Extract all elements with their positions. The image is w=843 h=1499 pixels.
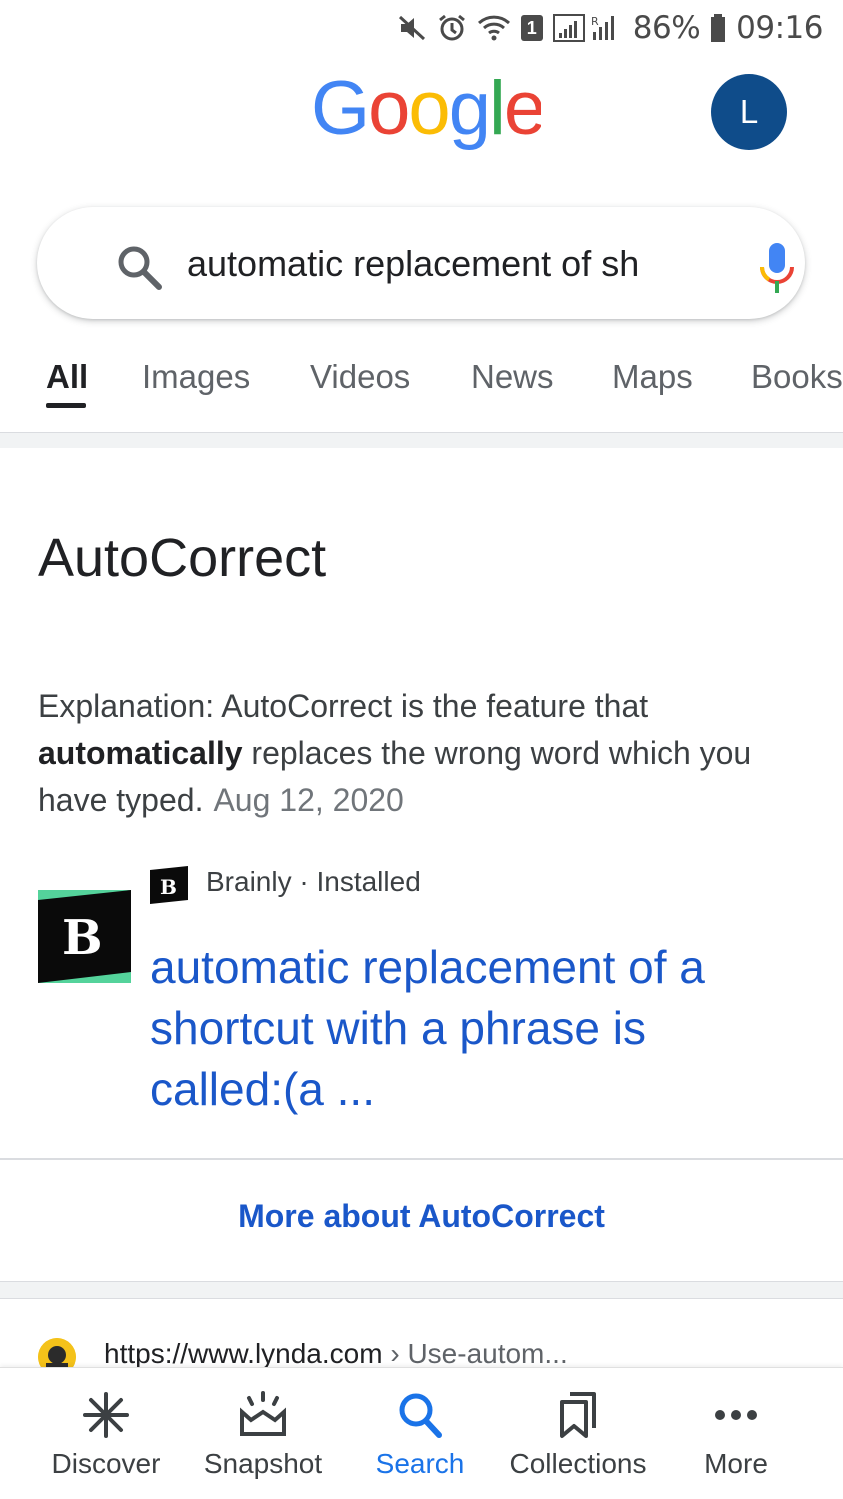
mute-icon [398, 15, 425, 41]
search-tabs: All Images Videos News Maps Books [0, 340, 843, 432]
more-about-link[interactable]: More about AutoCorrect [0, 1198, 843, 1235]
bottom-navigation: Discover Snapshot Search Collections Mor… [0, 1367, 843, 1499]
alarm-icon [438, 14, 465, 41]
nav-more[interactable]: More [656, 1368, 816, 1499]
nav-search[interactable]: Search [340, 1368, 500, 1499]
sim-slot-badge: 1 [520, 15, 543, 41]
nav-label: Search [375, 1448, 465, 1479]
snippet-text-start: Explanation: AutoCorrect is the feature … [38, 688, 649, 724]
snippet-bold-term: automatically [38, 735, 243, 771]
nav-collections[interactable]: Collections [498, 1368, 658, 1499]
result-title-link[interactable]: automatic replacement of a shortcut with… [150, 937, 790, 1120]
answer-snippet: Explanation: AutoCorrect is the feature … [38, 683, 778, 824]
svg-text:B: B [62, 910, 103, 966]
search-box[interactable]: automatic replacement of sh [37, 207, 805, 319]
snapshot-icon [240, 1391, 286, 1436]
clock: 09:16 [736, 10, 823, 46]
result-url[interactable]: https://www.lynda.com › Use-autom... [104, 1338, 568, 1370]
nav-label: Snapshot [203, 1448, 323, 1479]
tab-videos[interactable]: Videos [310, 358, 410, 396]
result-domain: https://www.lynda.com [104, 1338, 383, 1369]
section-divider [0, 432, 843, 448]
brainly-favicon: B [150, 866, 188, 904]
account-avatar[interactable]: L [711, 74, 787, 150]
nav-label: More [704, 1448, 768, 1479]
tab-books[interactable]: Books [751, 358, 843, 396]
nav-discover[interactable]: Discover [26, 1368, 186, 1499]
result-breadcrumb: › Use-autom... [382, 1338, 568, 1369]
signal-icon: R [552, 14, 614, 42]
more-icon [715, 1410, 757, 1420]
battery-icon [711, 14, 726, 42]
snippet-date: Aug 12, 2020 [213, 782, 404, 818]
source-status: · Installed [291, 866, 421, 897]
section-divider [0, 1281, 843, 1299]
asterisk-icon [83, 1392, 129, 1438]
battery-percent: 86% [632, 10, 701, 46]
search-icon [118, 246, 162, 290]
source-thumbnail[interactable]: B [38, 890, 131, 983]
source-attribution: Brainly · Installed [206, 866, 421, 898]
search-icon [399, 1393, 442, 1438]
brainly-logo-image: B [38, 890, 131, 983]
answer-title: AutoCorrect [38, 528, 327, 588]
card-divider [0, 1158, 843, 1160]
status-bar: 1 R 86% 09:16 [0, 0, 843, 58]
active-tab-indicator [46, 403, 86, 408]
tab-images[interactable]: Images [142, 358, 250, 396]
microphone-icon[interactable] [757, 241, 797, 295]
svg-text:B: B [160, 875, 177, 899]
wifi-icon [477, 15, 510, 41]
collections-icon [560, 1392, 596, 1438]
tab-all[interactable]: All [46, 358, 88, 396]
svg-text:Google: Google [311, 70, 541, 151]
google-logo: Google [311, 70, 541, 151]
nav-snapshot[interactable]: Snapshot [183, 1368, 343, 1499]
search-query[interactable]: automatic replacement of sh [187, 243, 707, 285]
tab-news[interactable]: News [471, 358, 554, 396]
tab-maps[interactable]: Maps [612, 358, 693, 396]
nav-label: Discover [51, 1448, 161, 1479]
svg-text:R: R [591, 15, 599, 28]
source-name[interactable]: Brainly [206, 866, 292, 897]
nav-label: Collections [509, 1448, 647, 1479]
